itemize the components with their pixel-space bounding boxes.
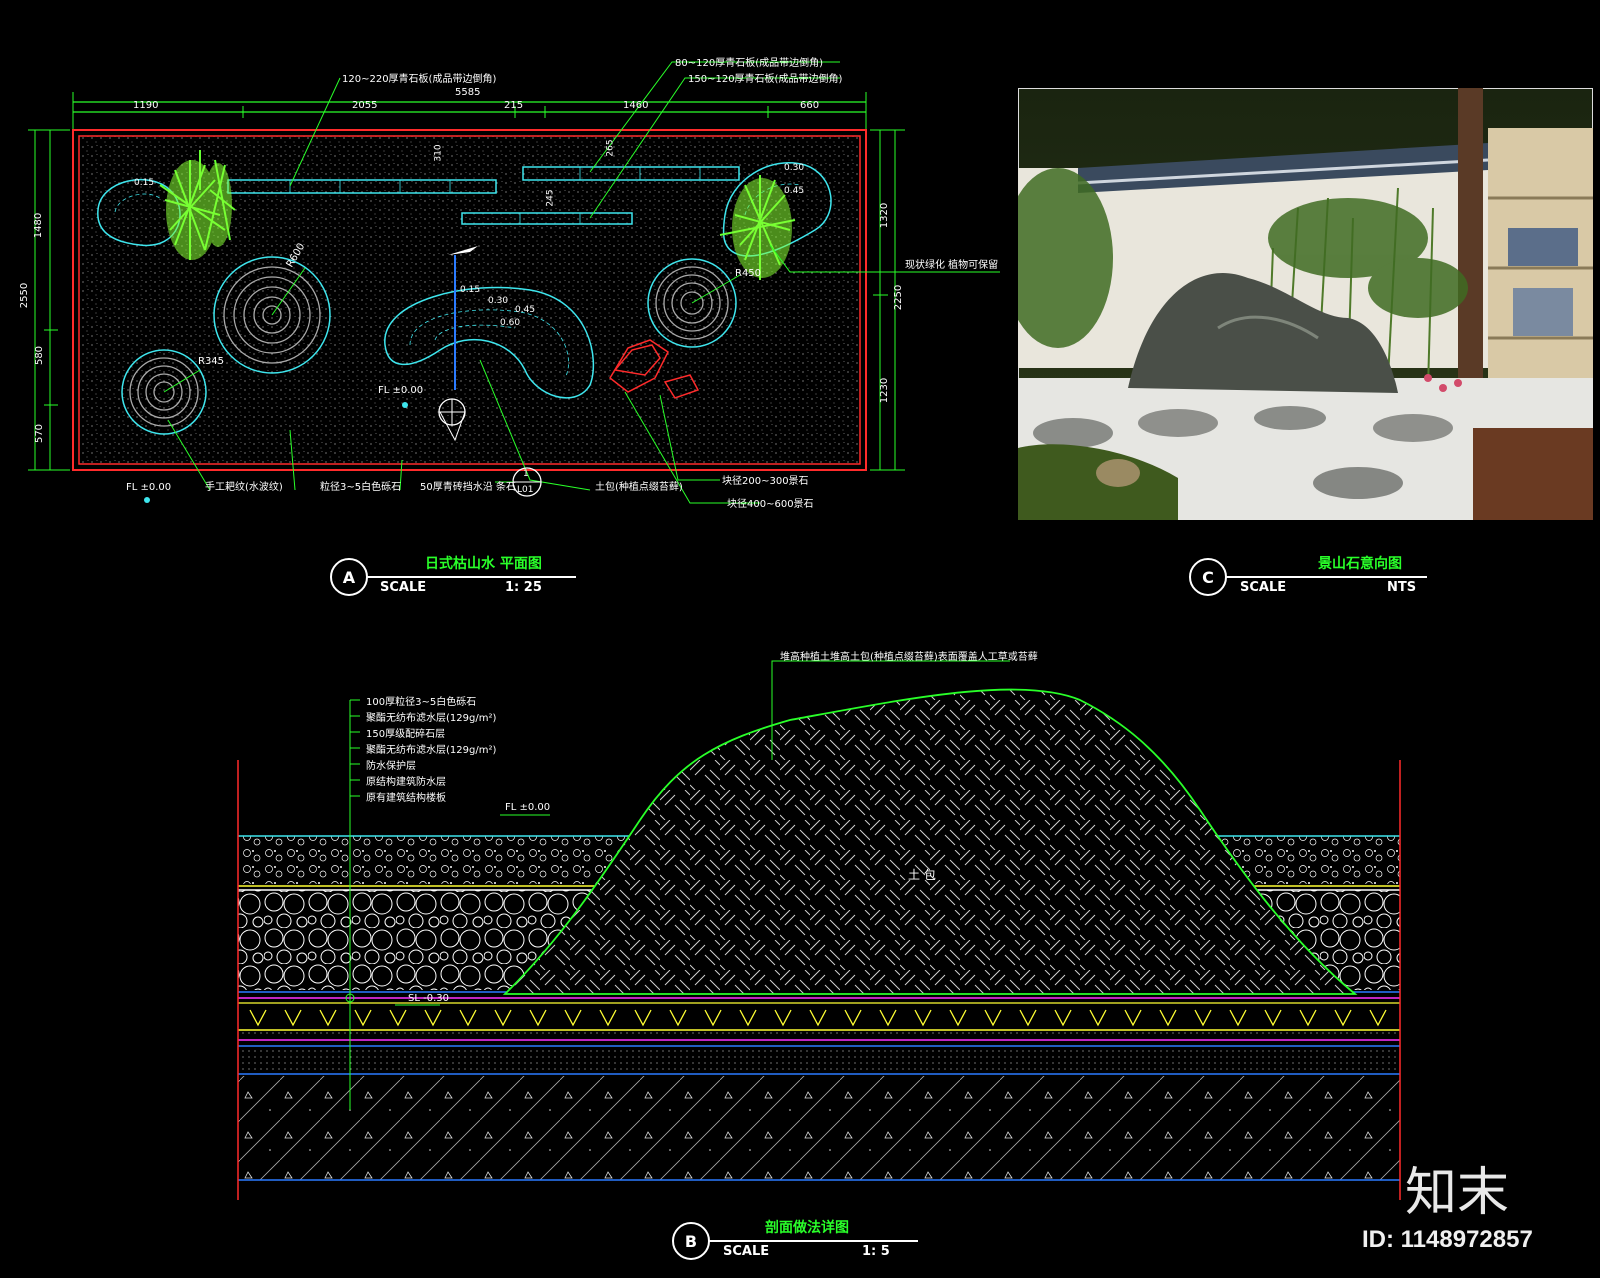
- dim-left-4: 570: [34, 423, 46, 444]
- fl-mark-plan-2: FL ±0.00: [126, 482, 172, 493]
- plan-scale-value: 1: 25: [505, 580, 542, 595]
- small-dim-5: 0.30: [784, 163, 805, 173]
- callout-raking: 手工耙纹(水波纹): [205, 482, 283, 493]
- layer-2: 聚酯无纺布滤水层(129g/m²): [366, 713, 497, 724]
- plan-tag: A: [330, 558, 368, 596]
- photo-tag: C: [1189, 558, 1227, 596]
- radius-label-3: R450: [735, 268, 762, 279]
- mound-note: 堆高种植土堆高土包(种植点缀苔藓)表面覆盖人工草或苔藓: [780, 652, 1038, 663]
- plan-title: 日式枯山水 平面图: [425, 556, 542, 572]
- small-dim-1: 310: [433, 144, 444, 162]
- plan-drawing: [28, 61, 1000, 504]
- mound-label-3: 0.45: [515, 305, 536, 315]
- fill-label: 土 包: [908, 868, 936, 882]
- dim-top-5: 660: [800, 100, 820, 111]
- dim-top-1: 1190: [133, 100, 159, 111]
- dim-left-2: 2550: [19, 282, 31, 309]
- callout-gravel: 粒径3~5白色砾石: [320, 482, 402, 493]
- section-title-underline: [708, 1240, 918, 1242]
- dim-total: 5585: [455, 87, 481, 98]
- plan-title-underline: [366, 576, 576, 578]
- layer-1: 100厚粒径3~5白色砾石: [366, 697, 477, 708]
- fl-mark-plan: FL ±0.00: [378, 385, 424, 396]
- dim-right-1: 1320: [879, 202, 891, 229]
- mound-label-2: 0.30: [488, 296, 509, 306]
- sl-mark-section: SL -0.30: [408, 993, 449, 1004]
- small-dim-4: 0.15: [134, 178, 155, 188]
- section-drawing: [237, 660, 1401, 1200]
- layer-6: 原结构建筑防水层: [366, 777, 446, 788]
- dim-left-1: 1480: [33, 212, 45, 239]
- layer-5: 防水保护层: [366, 761, 416, 772]
- small-dim-6: 0.45: [784, 186, 805, 196]
- callout-stone-large: 块径400~600景石: [727, 499, 814, 510]
- layer-7: 原有建筑结构楼板: [366, 793, 446, 804]
- layer-3: 150厚级配碎石层: [366, 729, 446, 740]
- callout-slab-2: 80~120厚青石板(成品带边倒角): [675, 58, 823, 69]
- section-title: 剖面做法详图: [765, 1220, 849, 1236]
- dim-top-2: 2055: [352, 100, 378, 111]
- small-dim-2: 265: [605, 139, 616, 157]
- layer-4: 聚酯无纺布滤水层(129g/m²): [366, 745, 497, 756]
- fl-mark-section: FL ±0.00: [505, 802, 551, 813]
- dim-top-4: 1460: [623, 100, 649, 111]
- photo-title: 景山石意向图: [1318, 556, 1402, 572]
- callout-slab-1: 120~220厚青石板(成品带边倒角): [342, 74, 497, 85]
- dim-right-3: 1230: [879, 377, 891, 404]
- mound-label-1: 0.15: [460, 285, 481, 295]
- section-marker-num: 1: [523, 469, 529, 479]
- section-tag: B: [672, 1222, 710, 1260]
- section-scale-label: SCALE: [723, 1244, 770, 1259]
- plan-scale-label: SCALE: [380, 580, 427, 595]
- section-marker-sheet: L01: [517, 485, 534, 495]
- callout-stone-small: 块径200~300景石: [722, 476, 809, 487]
- brand-logo: 知末: [1405, 1163, 1510, 1223]
- photo-scale-label: SCALE: [1240, 580, 1287, 595]
- radius-label-2: R345: [198, 356, 225, 367]
- dim-left-3: 580: [34, 345, 46, 366]
- mound-label-4: 0.60: [500, 318, 521, 328]
- image-id: ID: 1148972857: [1362, 1226, 1533, 1253]
- reference-photo: [1018, 88, 1593, 520]
- photo-title-underline: [1225, 576, 1427, 578]
- callout-edge: 50厚青砖挡水沿 条石: [420, 482, 516, 493]
- callout-plant: 现状绿化 植物可保留: [905, 260, 999, 271]
- dim-right-2: 2250: [893, 284, 905, 311]
- photo-scale-value: NTS: [1387, 580, 1417, 595]
- small-dim-3: 245: [545, 189, 556, 207]
- section-scale-value: 1: 5: [862, 1244, 890, 1259]
- callout-slab-3: 150~120厚青石板(成品带边倒角): [688, 74, 843, 85]
- dim-top-3: 215: [504, 100, 524, 111]
- callout-mound: 土包(种植点缀苔藓): [595, 482, 683, 493]
